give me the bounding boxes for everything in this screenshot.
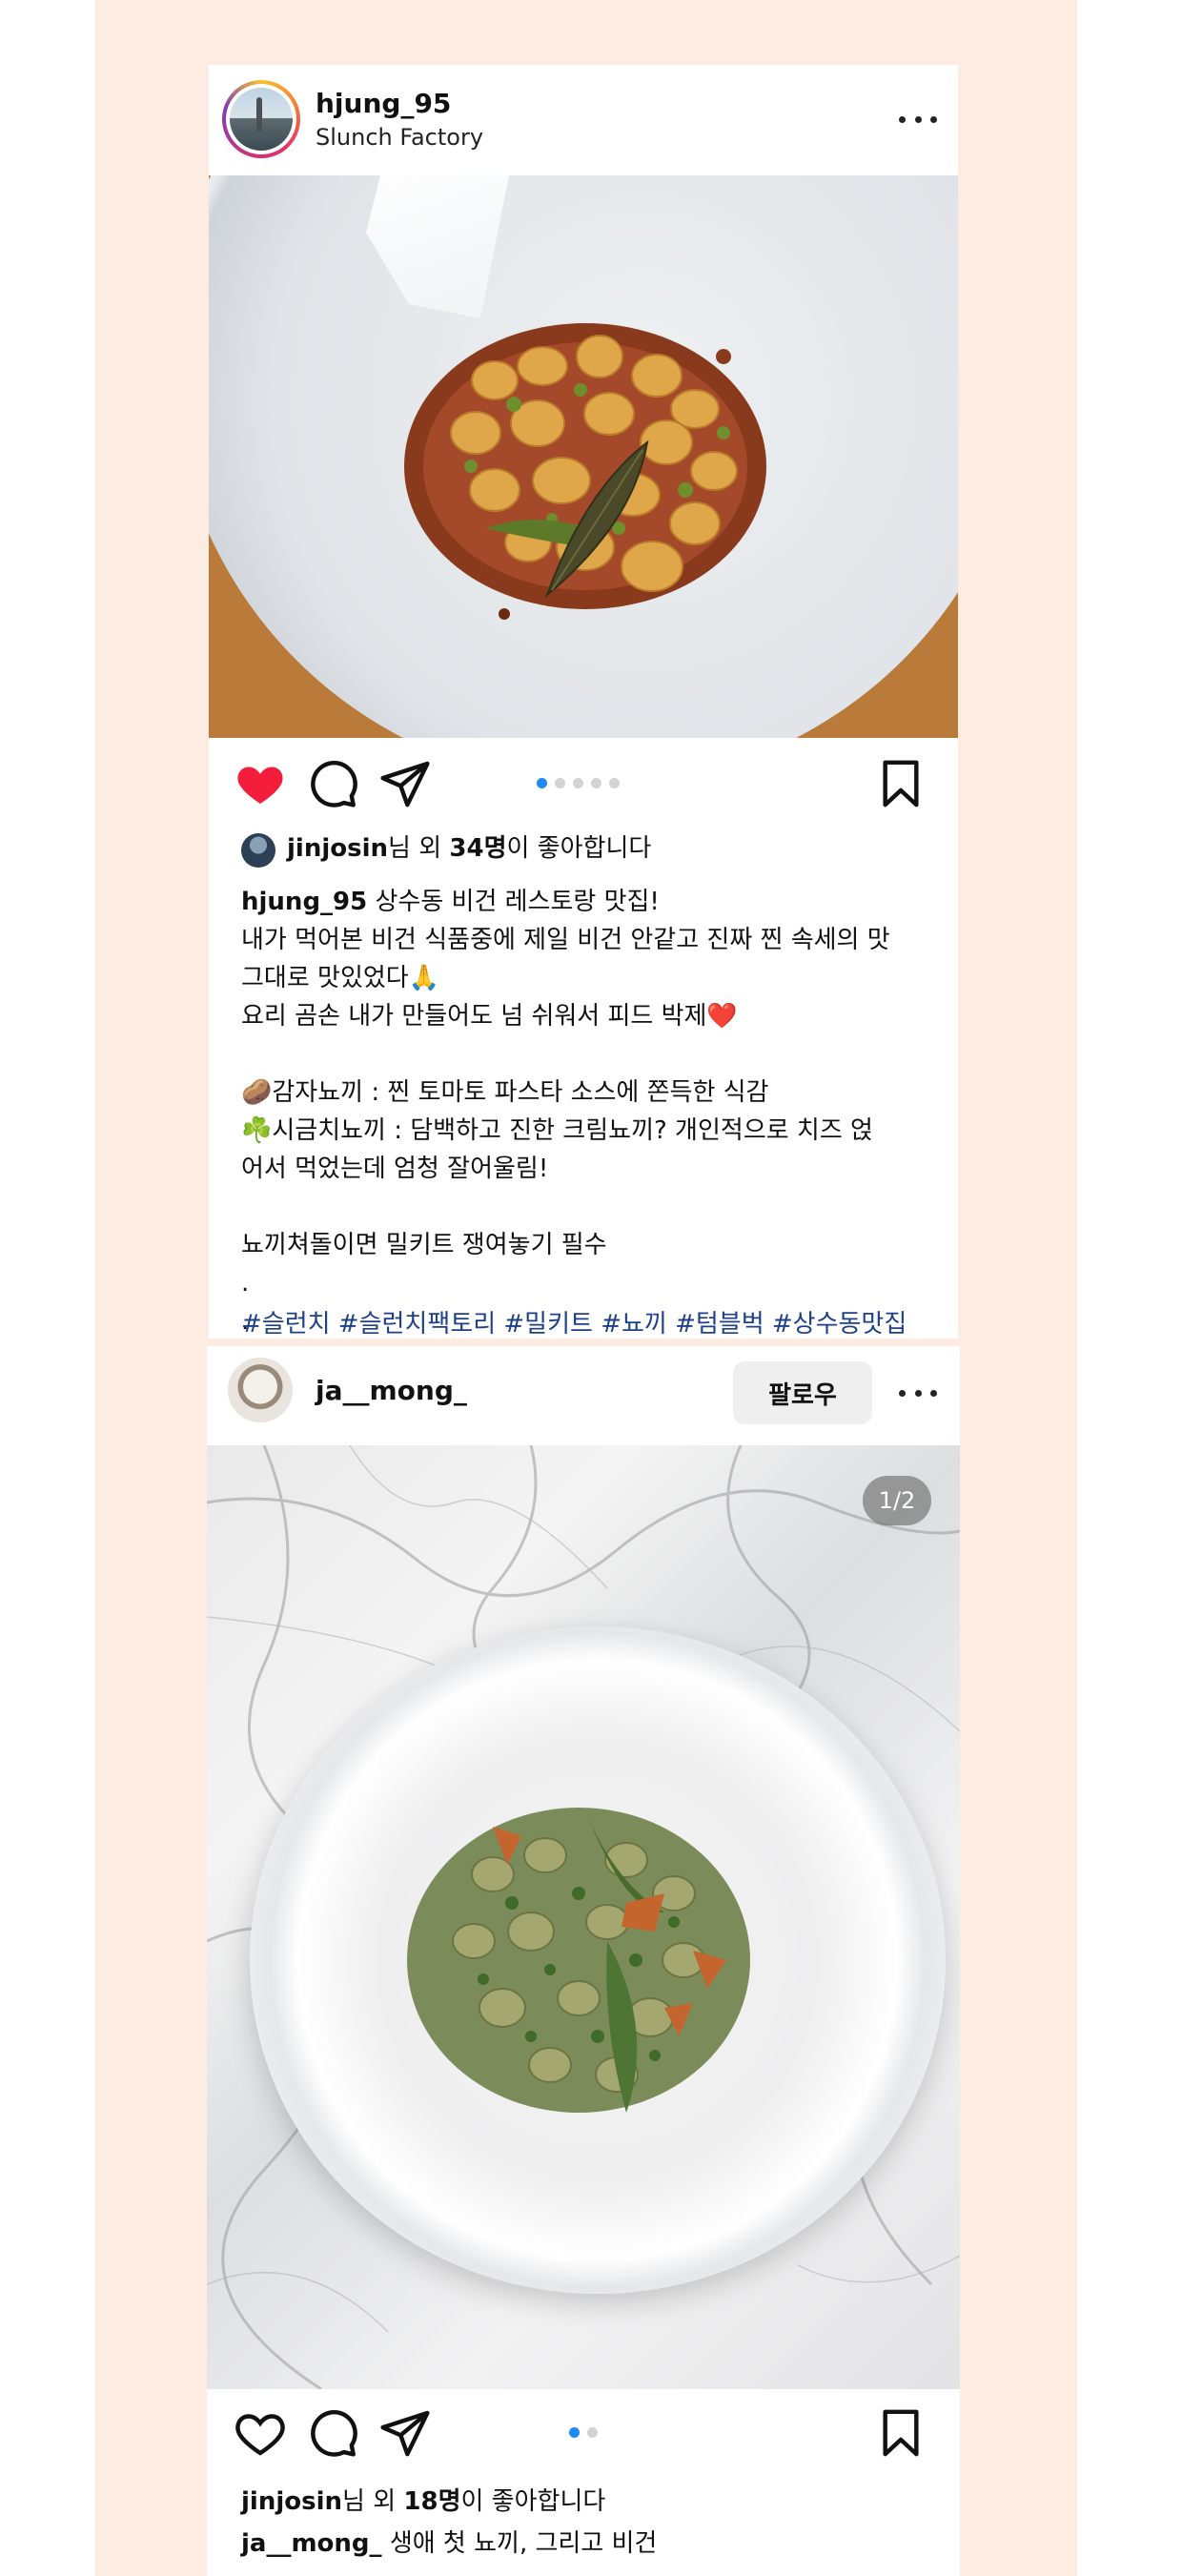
likes-summary[interactable]: jinjosin님 외 18명이 좋아합니다 [241,2483,605,2521]
likes-suffix: 이 좋아합니다 [506,834,652,863]
caption-line [241,1035,937,1073]
image-counter: 1/2 [863,1476,931,1525]
caption-text: 생애 첫 뇨끼, 그리고 비건 [389,2529,658,2558]
heart-icon[interactable] [234,757,287,810]
follow-button[interactable]: 팔로우 [733,1361,872,1424]
likes-summary[interactable]: jinjosin님 외 34명이 좋아합니다 [287,829,651,868]
caption-line: 상수동 비건 레스토랑 맛집! [375,888,660,916]
post-location[interactable]: Slunch Factory [316,124,483,151]
caption-line: 내가 먹어본 비건 식품중에 제일 비건 안같고 진짜 찐 속세의 맛 [241,926,890,954]
heart-icon[interactable] [234,2406,287,2460]
more-dots-icon[interactable] [899,105,937,133]
likes-suffix: 이 좋아합니다 [460,2487,606,2516]
likes-count[interactable]: 18명 [403,2487,460,2516]
post-photo[interactable] [209,175,958,738]
feed-post: hjung_95 Slunch Factory jinjosin님 외 34명이… [209,65,958,1339]
gnocchi-spinach-image [407,1808,750,2113]
caption-line: . [241,1269,250,1298]
bookmark-icon[interactable] [874,757,927,810]
likes-count[interactable]: 34명 [449,834,506,863]
post-caption: ja__mong_ 생애 첫 뇨끼, 그리고 비건 [241,2525,657,2563]
post-actions [209,744,958,824]
post-username[interactable]: ja__mong_ [316,1375,467,1406]
caption-line: ☘️시금치뇨끼 : 담백하고 진한 크림뇨끼? 개인적으로 치즈 얹 [241,1116,873,1145]
post-actions [207,2395,960,2475]
bookmark-icon[interactable] [874,2406,927,2460]
caption-line [241,1188,937,1226]
post-caption: hjung_95 상수동 비건 레스토랑 맛집! 내가 먹어본 비건 식품중에 … [241,883,937,1339]
caption-line: 어서 먹었는데 엄청 잘어울림! [241,1155,549,1183]
post-header: ja__mong_ 팔로우 [207,1346,960,1445]
caption-line: 🥔감자뇨끼 : 찐 토마토 파스타 소스에 쫀득한 식감 [241,1078,769,1107]
avatar[interactable] [228,1358,293,1422]
likes-text: 님 외 [388,834,450,863]
caption-line: 요리 곰손 내가 만들어도 넘 쉬워서 피드 박제❤️ [241,1002,738,1031]
post-photo[interactable]: 1/2 [207,1445,960,2389]
avatar[interactable] [222,80,300,158]
post-username[interactable]: hjung_95 [316,88,451,119]
liker-username[interactable]: jinjosin [287,834,388,863]
caption-line: 그대로 맛있었다🙏 [241,964,440,992]
post-header: hjung_95 Slunch Factory [209,65,958,175]
comment-icon[interactable] [306,2406,359,2460]
liker-avatar[interactable] [241,833,275,868]
caption-line: 뇨끼쳐돌이면 밀키트 쟁여놓기 필수 [241,1231,607,1259]
caption-author[interactable]: ja__mong_ [241,2529,382,2558]
carousel-dots [569,2427,598,2438]
paper-plane-icon[interactable] [378,2406,432,2460]
caption-author[interactable]: hjung_95 [241,888,367,916]
feed-post: ja__mong_ 팔로우 1/2 jinjosin님 외 18명이 좋아합니다… [207,1346,960,2576]
liker-username[interactable]: jinjosin [241,2487,342,2516]
hashtags[interactable]: #슬런치 #슬런치팩토리 #밀키트 #뇨끼 #텀블벅 #상수동맛집 [241,1304,907,1339]
comment-icon[interactable] [306,757,359,810]
paper-plane-icon[interactable] [378,757,432,810]
gnocchi-tomato-image [404,323,766,620]
more-dots-icon[interactable] [899,1379,937,1407]
likes-text: 님 외 [342,2487,404,2516]
carousel-dots [537,778,620,788]
